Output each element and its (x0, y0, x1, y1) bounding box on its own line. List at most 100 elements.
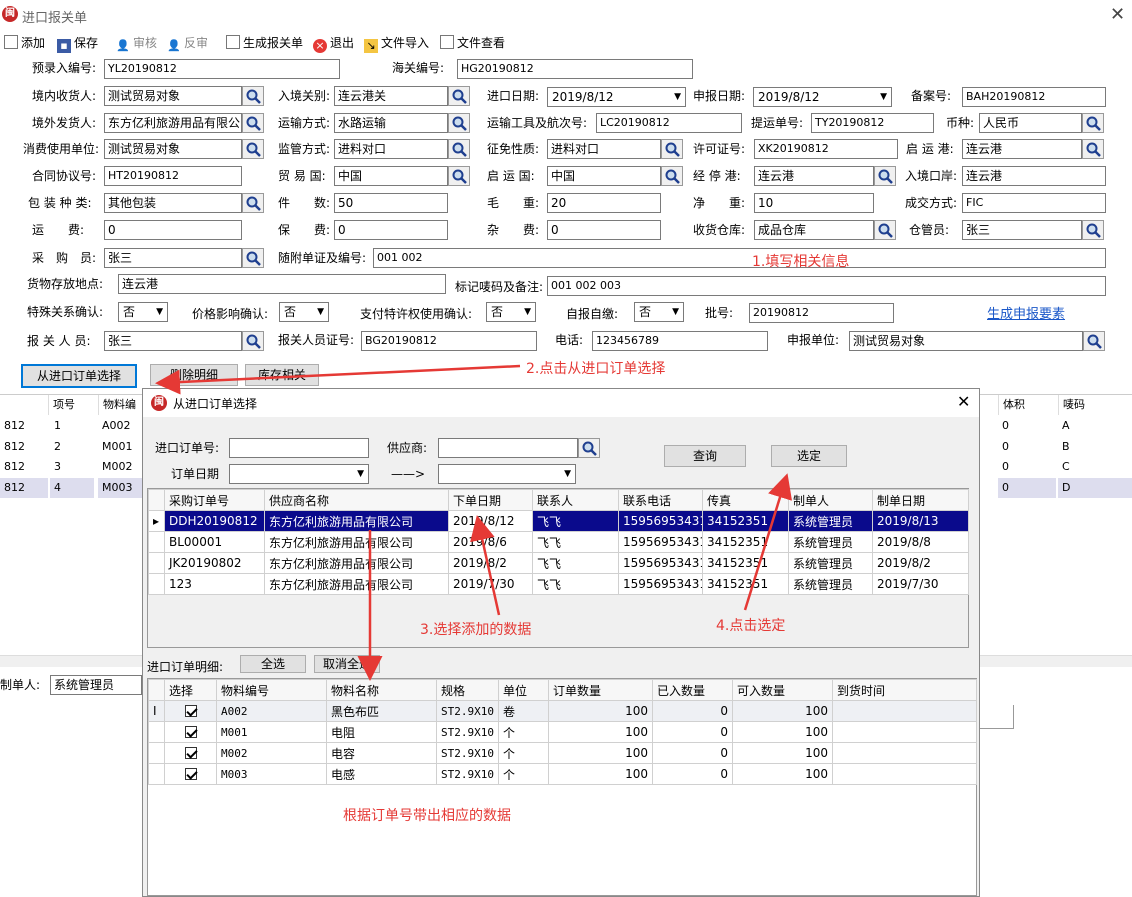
order-row[interactable]: JK20190802 东方亿利旅游用品有限公司 2019/8/2 飞飞 15956953… (148, 552, 969, 574)
customs-input[interactable]: HG20190812 (457, 59, 693, 79)
deal-input[interactable]: FIC (962, 193, 1106, 213)
record-input[interactable]: BAH20190812 (962, 87, 1106, 107)
currency-search-icon[interactable] (1082, 113, 1104, 133)
col-header[interactable]: 物料名称 (326, 679, 437, 701)
self-select[interactable]: 否 ▼ (634, 302, 684, 322)
entry-port-input[interactable]: 连云港 (962, 166, 1106, 186)
consumer-input[interactable]: 测试贸易对象 (104, 139, 242, 159)
exempt-input[interactable]: 进料对口 (547, 139, 661, 159)
checkbox-checked-icon[interactable] (184, 726, 197, 738)
depart-port-search-icon[interactable] (1082, 139, 1104, 159)
transport-search-icon[interactable] (448, 113, 470, 133)
buyer-search-icon[interactable] (242, 248, 264, 268)
bill-input[interactable]: TY20190812 (811, 113, 934, 133)
order-row[interactable]: 123 东方亿利旅游用品有限公司 2019/7/30 飞飞 15956953431 341… (148, 573, 969, 595)
currency-input[interactable]: 人民币 (979, 113, 1082, 133)
col-header[interactable]: 供应商名称 (264, 489, 449, 511)
close-icon[interactable]: ✕ (1110, 4, 1125, 25)
keeper-input[interactable]: 张三 (962, 220, 1082, 240)
keeper-search-icon[interactable] (1082, 220, 1104, 240)
license-input[interactable]: XK20190812 (754, 139, 898, 159)
col-header[interactable]: 到货时间 (832, 679, 977, 701)
close-icon[interactable]: ✕ (957, 392, 970, 411)
generate-elements-link[interactable]: 生成申报要素 (987, 303, 1065, 322)
file-view-button[interactable]: 文件查看 (440, 34, 505, 52)
checkbox-checked-icon[interactable] (184, 747, 197, 759)
consignee-search-icon[interactable] (242, 86, 264, 106)
consumer-search-icon[interactable] (242, 139, 264, 159)
col-header[interactable]: 传真 (702, 489, 789, 511)
select-checkbox[interactable] (164, 763, 217, 785)
entry-search-icon[interactable] (448, 86, 470, 106)
checkbox-checked-icon[interactable] (184, 705, 197, 717)
order-no-input[interactable] (229, 438, 369, 458)
checkbox-checked-icon[interactable] (184, 768, 197, 780)
contract-input[interactable]: HT20190812 (104, 166, 242, 186)
detail-row[interactable]: M002 电容 ST2.9X10 个 100 0 100 (148, 742, 977, 764)
file-import-button[interactable]: ↘ 文件导入 (364, 34, 429, 53)
detail-row[interactable]: M003 电感 ST2.9X10 个 100 0 100 (148, 763, 977, 785)
royalty-select[interactable]: 否 ▼ (486, 302, 536, 322)
col-header[interactable]: 联系人 (532, 489, 619, 511)
col-header[interactable]: 单位 (498, 679, 549, 701)
unaudit-button[interactable]: 👤 反审 (167, 34, 208, 52)
detail-row[interactable]: I A002 黑色布匹 ST2.9X10 卷 100 0 100 (148, 700, 977, 722)
maker-input[interactable]: 系统管理员 (50, 675, 142, 695)
col-header[interactable]: 采购订单号 (164, 489, 265, 511)
generate-declaration-button[interactable]: 生成报关单 (226, 34, 303, 52)
supervision-search-icon[interactable] (448, 139, 470, 159)
exempt-search-icon[interactable] (661, 139, 683, 159)
from-import-order-button[interactable]: 从进口订单选择 (21, 364, 137, 388)
bg-scrollbar[interactable] (0, 655, 142, 667)
import-date-picker[interactable]: 2019/8/12 ▼ (547, 87, 686, 107)
col-header[interactable]: 联系电话 (618, 489, 703, 511)
pieces-input[interactable]: 50 (334, 193, 448, 213)
insurance-input[interactable]: 0 (334, 220, 448, 240)
storage-input[interactable]: 连云港 (118, 274, 446, 294)
col-header[interactable]: 制单日期 (872, 489, 969, 511)
transit-search-icon[interactable] (874, 166, 896, 186)
order-row[interactable]: ▸ DDH20190812 东方亿利旅游用品有限公司 2019/8/12 飞飞 15956… (148, 510, 969, 532)
audit-button[interactable]: 👤 审核 (116, 34, 157, 52)
supplier-search-icon[interactable] (578, 438, 600, 458)
col-header[interactable]: 规格 (436, 679, 499, 701)
add-button[interactable]: 添加 (4, 34, 45, 52)
inventory-tab[interactable]: 库存相关 (245, 364, 319, 386)
trade-country-input[interactable]: 中国 (334, 166, 448, 186)
col-header[interactable]: 制单人 (788, 489, 873, 511)
preentry-input[interactable]: YL20190812 (104, 59, 340, 79)
col-header[interactable]: 订单数量 (548, 679, 653, 701)
supervision-input[interactable]: 进料对口 (334, 139, 448, 159)
declare-date-picker[interactable]: 2019/8/12 ▼ (753, 87, 892, 107)
col-header[interactable]: 选择 (164, 679, 217, 701)
delete-detail-tab[interactable]: 删除明细 (150, 364, 238, 386)
entry-input[interactable]: 连云港关 (334, 86, 448, 106)
deselect-all-button[interactable]: 取消全选 (314, 655, 380, 673)
declarer-id-input[interactable]: BG20190812 (361, 331, 537, 351)
package-input[interactable]: 其他包装 (104, 193, 242, 213)
warehouse-input[interactable]: 成品仓库 (754, 220, 874, 240)
supplier-input[interactable] (438, 438, 578, 458)
select-confirm-button[interactable]: 选定 (771, 445, 847, 467)
select-checkbox[interactable] (164, 742, 217, 764)
consignee-input[interactable]: 测试贸易对象 (104, 86, 242, 106)
depart-port-input[interactable]: 连云港 (962, 139, 1082, 159)
vessel-input[interactable]: LC20190812 (596, 113, 742, 133)
col-header[interactable]: 下单日期 (448, 489, 533, 511)
transport-input[interactable]: 水路运输 (334, 113, 448, 133)
warehouse-search-icon[interactable] (874, 220, 896, 240)
misc-input[interactable]: 0 (547, 220, 661, 240)
bg-scrollbar[interactable] (980, 655, 1132, 667)
transit-input[interactable]: 连云港 (754, 166, 874, 186)
select-checkbox[interactable] (164, 700, 217, 722)
select-checkbox[interactable] (164, 721, 217, 743)
query-button[interactable]: 查询 (664, 445, 746, 467)
exit-button[interactable]: × 退出 (313, 34, 354, 53)
col-header[interactable]: 已入数量 (652, 679, 733, 701)
phone-input[interactable]: 123456789 (592, 331, 768, 351)
origin-country-search-icon[interactable] (661, 166, 683, 186)
order-date-from[interactable]: ▼ (229, 464, 369, 484)
net-input[interactable]: 10 (754, 193, 874, 213)
declare-unit-input[interactable]: 测试贸易对象 (849, 331, 1083, 351)
gross-input[interactable]: 20 (547, 193, 661, 213)
